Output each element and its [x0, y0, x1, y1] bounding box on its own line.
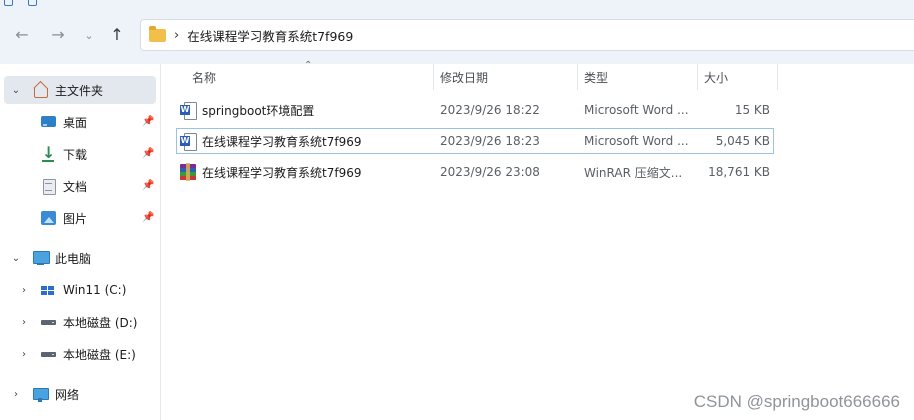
sidebar-item-downloads[interactable]: 下载 📌 — [4, 140, 156, 168]
drive-icon — [40, 346, 57, 362]
navigation-pane: ⌄ 主文件夹 桌面 📌 下载 📌 文档 📌 图片 📌 ⌄ 此电脑 › Win11… — [0, 64, 160, 420]
home-icon — [32, 82, 49, 98]
file-modified: 2023/9/26 23:08 — [440, 165, 540, 179]
pin-icon[interactable]: 📌 — [142, 212, 154, 224]
tab-icon — [28, 0, 37, 6]
file-size: 5,045 KB — [715, 134, 770, 148]
folder-icon — [149, 25, 166, 42]
column-header-type[interactable]: 类型 — [584, 64, 694, 90]
column-divider[interactable] — [577, 64, 578, 90]
sidebar-item-drive-d[interactable]: › 本地磁盘 (D:) — [4, 308, 156, 336]
file-row[interactable]: 在线课程学习教育系统t7f969 2023/9/26 23:08 WinRAR … — [176, 159, 774, 185]
sidebar-item-home[interactable]: ⌄ 主文件夹 — [4, 76, 156, 104]
file-name-cell[interactable]: 在线课程学习教育系统t7f969 — [180, 129, 430, 153]
sidebar-item-label: 主文件夹 — [55, 83, 104, 98]
chevron-right-icon[interactable]: › — [10, 389, 22, 400]
file-modified: 2023/9/26 18:22 — [440, 103, 540, 117]
pane-divider[interactable] — [160, 64, 161, 420]
download-icon — [40, 143, 57, 162]
sidebar-item-label: 图片 — [63, 211, 88, 226]
up-arrow-icon[interactable]: ↑ — [104, 22, 130, 48]
word-document-icon — [180, 101, 197, 120]
chevron-down-icon[interactable]: ⌄ — [76, 22, 102, 48]
chevron-expanded-icon[interactable]: ⌄ — [10, 253, 22, 264]
sidebar-item-label: 文档 — [63, 179, 88, 194]
computer-icon — [32, 250, 50, 266]
column-header-size[interactable]: 大小 — [704, 64, 774, 90]
column-divider[interactable] — [433, 64, 434, 90]
window-icon — [4, 0, 13, 6]
sidebar-item-label: Win11 (C:) — [63, 283, 127, 297]
sidebar-item-label: 下载 — [63, 147, 88, 162]
column-header-name[interactable]: 名称 — [192, 64, 432, 90]
desktop-icon — [40, 114, 57, 130]
chevron-right-icon[interactable]: › — [18, 317, 30, 328]
file-size: 18,761 KB — [708, 165, 770, 179]
file-type: Microsoft Word ... — [584, 103, 689, 117]
title-bar — [0, 0, 914, 8]
column-divider[interactable] — [697, 64, 698, 90]
file-size: 15 KB — [734, 103, 770, 117]
sidebar-item-drive-e[interactable]: › 本地磁盘 (E:) — [4, 340, 156, 368]
sidebar-item-drive-c[interactable]: › Win11 (C:) — [4, 276, 156, 304]
sidebar-item-label: 桌面 — [63, 115, 88, 130]
file-name: springboot环境配置 — [202, 103, 315, 118]
file-type: WinRAR 压缩文... — [584, 165, 683, 180]
sidebar-item-pictures[interactable]: 图片 📌 — [4, 204, 156, 232]
back-arrow-icon[interactable]: ← — [9, 22, 35, 48]
file-row[interactable]: 在线课程学习教育系统t7f969 2023/9/26 18:23 Microso… — [176, 128, 774, 154]
pin-icon[interactable]: 📌 — [142, 148, 154, 160]
file-name: 在线课程学习教育系统t7f969 — [202, 165, 362, 180]
file-type: Microsoft Word ... — [584, 134, 689, 148]
pin-icon[interactable]: 📌 — [142, 180, 154, 192]
winrar-archive-icon — [180, 162, 196, 181]
address-bar[interactable]: › 在线课程学习教育系统t7f969 — [140, 19, 914, 51]
sidebar-item-label: 本地磁盘 (D:) — [63, 315, 138, 330]
sidebar-item-this-pc[interactable]: ⌄ 此电脑 — [4, 244, 156, 272]
chevron-right-icon[interactable]: › — [18, 285, 30, 296]
drive-icon — [40, 314, 57, 330]
file-name-cell[interactable]: 在线课程学习教育系统t7f969 — [180, 159, 430, 185]
breadcrumb-separator[interactable]: › — [174, 28, 179, 43]
file-row[interactable]: springboot环境配置 2023/9/26 18:22 Microsoft… — [176, 97, 774, 123]
column-divider[interactable] — [777, 64, 778, 90]
sidebar-item-network[interactable]: › 网络 — [4, 380, 156, 408]
watermark-text: CSDN @springboot666666 — [693, 392, 900, 411]
chevron-expanded-icon[interactable]: ⌄ — [10, 85, 22, 96]
breadcrumb-current-folder[interactable]: 在线课程学习教育系统t7f969 — [187, 26, 353, 45]
pictures-icon — [40, 210, 57, 226]
chevron-right-icon[interactable]: › — [18, 349, 30, 360]
document-icon — [40, 178, 57, 195]
file-name-cell[interactable]: springboot环境配置 — [180, 97, 430, 123]
sidebar-item-desktop[interactable]: 桌面 📌 — [4, 108, 156, 136]
sidebar-item-label: 此电脑 — [55, 251, 92, 266]
sidebar-item-label: 本地磁盘 (E:) — [63, 347, 136, 362]
word-document-icon — [180, 132, 197, 151]
sidebar-item-label: 网络 — [55, 387, 80, 402]
file-modified: 2023/9/26 18:23 — [440, 134, 540, 148]
navigation-toolbar: ← → ⌄ ↑ › 在线课程学习教育系统t7f969 — [0, 8, 914, 64]
windows-drive-icon — [40, 282, 57, 298]
file-name: 在线课程学习教育系统t7f969 — [202, 134, 362, 149]
network-icon — [32, 386, 49, 402]
forward-arrow-icon[interactable]: → — [45, 22, 71, 48]
sidebar-item-documents[interactable]: 文档 📌 — [4, 172, 156, 200]
pin-icon[interactable]: 📌 — [142, 116, 154, 128]
column-header-modified[interactable]: 修改日期 — [440, 64, 574, 90]
